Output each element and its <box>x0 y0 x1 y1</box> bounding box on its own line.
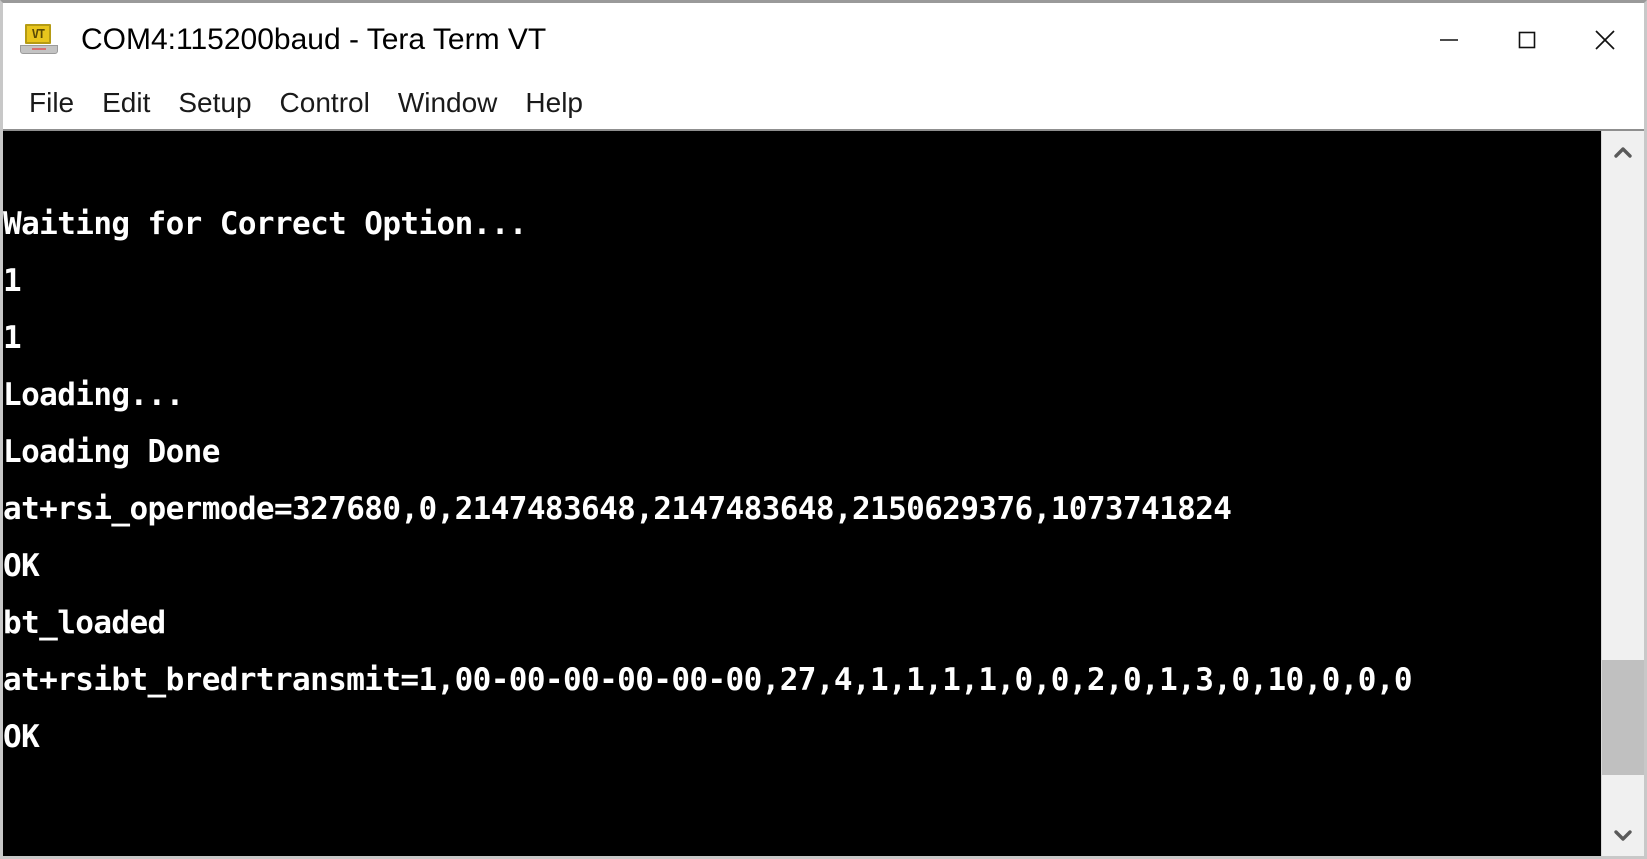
close-icon <box>1595 29 1615 50</box>
scroll-up-button[interactable] <box>1602 131 1644 174</box>
menu-item-control[interactable]: Control <box>266 85 384 121</box>
menu-item-window[interactable]: Window <box>384 85 512 121</box>
chevron-down-icon <box>1614 829 1632 841</box>
tera-term-window: VT COM4:115200baud - Tera Term VT File E… <box>0 0 1647 859</box>
menu-item-edit[interactable]: Edit <box>88 85 164 121</box>
terminal-line: Waiting for Correct Option... <box>3 206 527 242</box>
terminal-area: Waiting for Correct Option... 1 1 Loadin… <box>3 129 1644 856</box>
laptop-terminal-icon: VT <box>19 19 63 63</box>
terminal-line: Loading... <box>3 377 184 413</box>
scrollbar-track[interactable] <box>1602 174 1644 813</box>
minimize-icon <box>1440 38 1458 41</box>
close-button[interactable] <box>1566 3 1644 76</box>
scroll-down-button[interactable] <box>1602 813 1644 856</box>
terminal-screen[interactable]: Waiting for Correct Option... 1 1 Loadin… <box>3 131 1601 856</box>
terminal-line: bt_loaded <box>3 605 166 641</box>
icon-vt-label: VT <box>31 26 45 41</box>
window-controls <box>1410 3 1644 76</box>
terminal-line: OK <box>3 548 40 584</box>
menu-item-file[interactable]: File <box>15 85 88 121</box>
terminal-line: 1 <box>3 320 22 356</box>
menu-item-help[interactable]: Help <box>511 85 597 121</box>
terminal-line: at+rsi_opermode=327680,0,2147483648,2147… <box>3 491 1232 527</box>
icon-base <box>20 44 58 54</box>
window-title: COM4:115200baud - Tera Term VT <box>81 22 547 56</box>
terminal-line: Loading Done <box>3 434 220 470</box>
scrollbar-thumb[interactable] <box>1602 659 1644 775</box>
menu-bar: File Edit Setup Control Window Help <box>3 76 1644 129</box>
chevron-up-icon <box>1614 146 1632 158</box>
title-bar: VT COM4:115200baud - Tera Term VT <box>3 3 1644 76</box>
terminal-line: at+rsibt_bredrtransmit=1,00-00-00-00-00-… <box>3 662 1413 698</box>
terminal-line: OK <box>3 719 40 755</box>
minimize-button[interactable] <box>1410 3 1488 76</box>
maximize-button[interactable] <box>1488 3 1566 76</box>
menu-item-setup[interactable]: Setup <box>164 85 265 121</box>
terminal-line: 1 <box>3 263 22 299</box>
vertical-scrollbar[interactable] <box>1601 131 1644 856</box>
maximize-icon <box>1518 31 1536 48</box>
